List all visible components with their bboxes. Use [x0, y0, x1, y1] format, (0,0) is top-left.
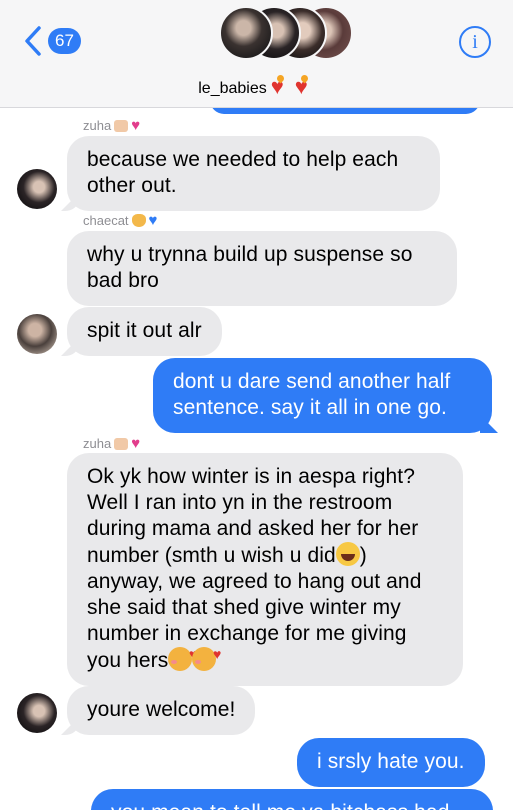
- info-button[interactable]: i: [459, 26, 491, 58]
- message-bubble-incoming[interactable]: spit it out alr: [67, 307, 222, 356]
- message-bubble-outgoing[interactable]: i srsly hate you.: [297, 738, 485, 787]
- smiling-hearts-emoji-icon: [168, 641, 197, 671]
- message-bubble-outgoing[interactable]: dont u dare send another half sentence. …: [153, 358, 492, 433]
- sender-name: zuha ♥: [83, 434, 141, 452]
- blue-heart-emoji-icon: ♥: [148, 211, 158, 229]
- group-name-label: le_babies: [198, 80, 267, 97]
- laughing-emoji-icon: [335, 542, 360, 566]
- avatar[interactable]: [17, 169, 57, 209]
- avatar[interactable]: [17, 693, 57, 733]
- pink-heart-emoji-icon: ♥: [131, 434, 141, 452]
- hands-emoji-icon: [114, 437, 129, 450]
- heart-on-fire-emoji-icon: [271, 76, 291, 98]
- message-bubble-outgoing[interactable]: you mean to tell me ya bitchass had: [91, 789, 493, 810]
- back-button[interactable]: 67: [22, 24, 81, 58]
- message-bubble-incoming[interactable]: because we needed to help each other out…: [67, 136, 440, 211]
- pink-heart-emoji-icon: ♥: [131, 116, 141, 134]
- cat-emoji-icon: [131, 214, 146, 227]
- avatar[interactable]: [17, 314, 57, 354]
- sender-name: chaecat ♥: [83, 211, 158, 229]
- group-name[interactable]: le_babies: [0, 76, 513, 98]
- heart-on-fire-emoji-icon: [295, 76, 315, 98]
- unread-count-badge: 67: [48, 28, 81, 54]
- smiling-hearts-emoji-icon: [192, 641, 221, 671]
- imessage-conversation: 67 le_babies i zuha ♥ because we needed …: [0, 0, 513, 810]
- message-bubble-incoming[interactable]: youre welcome!: [67, 686, 256, 735]
- avatar: [219, 6, 273, 60]
- sender-name: zuha ♥: [83, 116, 141, 134]
- group-avatars[interactable]: [219, 6, 353, 60]
- chevron-left-icon: [25, 26, 41, 56]
- message-bubble-incoming[interactable]: why u trynna build up suspense so bad br…: [67, 231, 457, 306]
- message-bubble-incoming[interactable]: Ok yk how winter is in aespa right? Well…: [67, 453, 463, 686]
- hands-emoji-icon: [114, 119, 129, 132]
- conversation-header: 67 le_babies i: [0, 0, 513, 108]
- info-icon: i: [472, 30, 478, 53]
